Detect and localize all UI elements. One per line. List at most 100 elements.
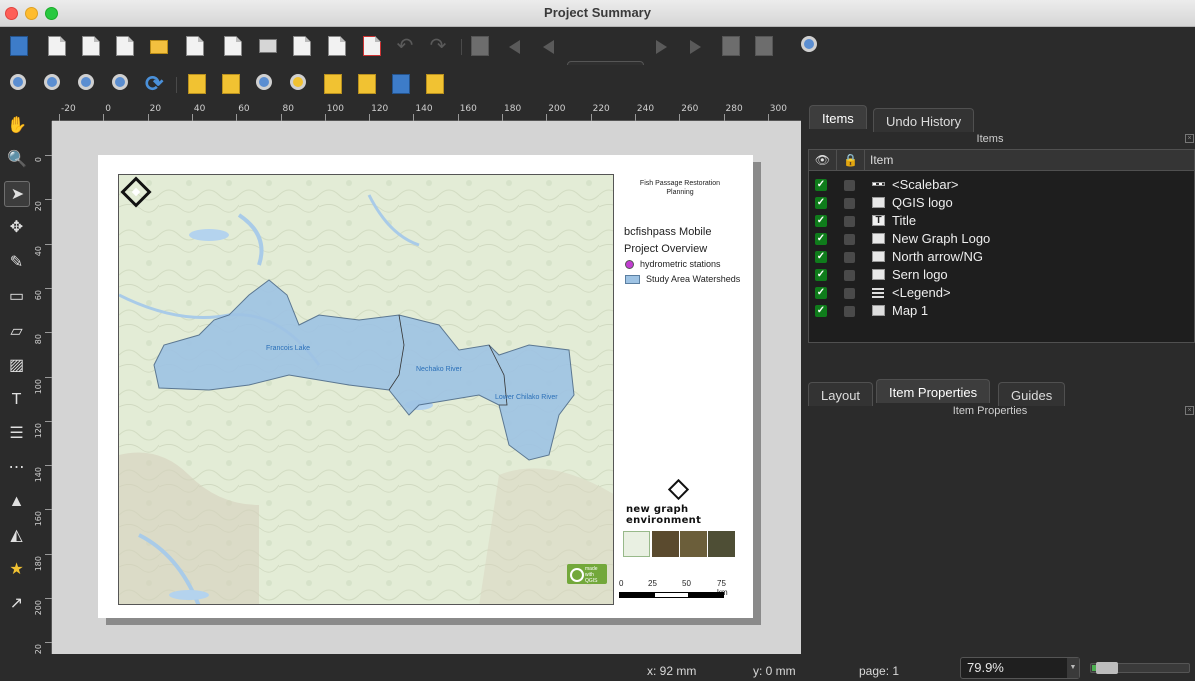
atlas-settings-button[interactable] xyxy=(798,34,822,58)
layout-title[interactable]: Fish Passage Restoration Planning xyxy=(630,179,730,197)
horizontal-ruler[interactable]: -20 0 20 40 60 80 100 120 140 160 180 200 220 240 260 2… xyxy=(52,103,801,121)
print-button[interactable] xyxy=(256,34,280,58)
visibility-checkbox[interactable]: ✓ xyxy=(815,269,827,281)
zoom-out-button[interactable] xyxy=(41,72,65,96)
add-scalebar-tool[interactable]: ⋯ xyxy=(4,455,30,481)
tab-item-properties[interactable]: Item Properties xyxy=(876,379,991,403)
first-feature-button[interactable] xyxy=(503,34,527,58)
lock-checkbox[interactable] xyxy=(844,306,855,317)
lock-checkbox[interactable] xyxy=(844,288,855,299)
legend-title[interactable]: bcfishpass Mobile Project Overview xyxy=(624,224,711,258)
add-marker-tool[interactable]: ★ xyxy=(4,557,30,583)
new-report-button[interactable] xyxy=(221,34,245,58)
visibility-checkbox[interactable]: ✓ xyxy=(815,287,827,299)
lock-items-button[interactable] xyxy=(185,72,209,96)
move-content-tool[interactable]: ✥ xyxy=(4,215,30,241)
resize-items-button[interactable] xyxy=(423,72,447,96)
previous-feature-button[interactable] xyxy=(537,34,561,58)
items-tree[interactable]: 👁 🔒 Item ✓ <Scalebar> ✓ QGIS logo ✓ T Title … xyxy=(808,149,1195,343)
qgis-logo[interactable]: made with QGIS xyxy=(567,564,607,584)
redo-button[interactable]: ↷ xyxy=(426,34,450,58)
new-graph-logo-icon[interactable] xyxy=(667,478,690,501)
scalebar[interactable]: 0 25 50 75 km xyxy=(619,579,729,599)
zoom-actual-button[interactable] xyxy=(75,72,99,96)
add-map-tool[interactable]: ▭ xyxy=(4,284,30,310)
next-feature-button[interactable] xyxy=(650,34,674,58)
zoom-in-button[interactable] xyxy=(7,72,31,96)
export-svg-button[interactable] xyxy=(325,34,349,58)
raise-items-button[interactable] xyxy=(321,72,345,96)
pan-tool[interactable]: ✋ xyxy=(4,113,30,139)
item-row[interactable]: ✓ QGIS logo xyxy=(809,194,1194,212)
new-layout-button[interactable] xyxy=(45,34,69,58)
new-layout-icon xyxy=(48,36,66,56)
lock-column[interactable]: 🔒 xyxy=(837,150,865,171)
layout-properties-button[interactable] xyxy=(113,34,137,58)
zoom-full-button[interactable] xyxy=(109,72,133,96)
visibility-checkbox[interactable]: ✓ xyxy=(815,233,827,245)
last-feature-button[interactable] xyxy=(684,34,708,58)
export-pdf-button[interactable] xyxy=(360,34,384,58)
close-icon[interactable]: × xyxy=(1185,406,1194,415)
add-arrow-tool[interactable]: ↗ xyxy=(4,591,30,617)
open-template-button[interactable] xyxy=(147,34,171,58)
visibility-checkbox[interactable]: ✓ xyxy=(815,215,827,227)
item-column-header[interactable]: Item xyxy=(865,150,1194,171)
add-legend-tool[interactable]: ☰ xyxy=(4,421,30,447)
unlock-items-button[interactable] xyxy=(219,72,243,96)
visibility-checkbox[interactable]: ✓ xyxy=(815,251,827,263)
group-items-button[interactable] xyxy=(253,72,277,96)
duplicate-layout-button[interactable] xyxy=(79,34,103,58)
visibility-checkbox[interactable]: ✓ xyxy=(815,305,827,317)
lock-checkbox[interactable] xyxy=(844,234,855,245)
tab-guides[interactable]: Guides xyxy=(998,382,1066,406)
select-move-tool[interactable]: ➤ xyxy=(4,181,30,207)
lock-checkbox[interactable] xyxy=(844,216,855,227)
visibility-checkbox[interactable]: ✓ xyxy=(815,197,827,209)
visibility-checkbox[interactable]: ✓ xyxy=(815,179,827,191)
distribute-items-button[interactable] xyxy=(389,72,413,96)
export-atlas-button[interactable] xyxy=(752,34,776,58)
tab-items[interactable]: Items xyxy=(809,105,867,129)
undo-button[interactable]: ↶ xyxy=(393,34,417,58)
sern-logo[interactable] xyxy=(623,531,737,557)
item-row[interactable]: ✓ Sern logo xyxy=(809,266,1194,284)
layout-page[interactable]: Francois Lake Nechako River Lower Chilak… xyxy=(98,155,753,618)
align-items-button[interactable] xyxy=(355,72,379,96)
lock-checkbox[interactable] xyxy=(844,180,855,191)
export-image-button[interactable] xyxy=(290,34,314,58)
print-atlas-button[interactable] xyxy=(719,34,743,58)
edit-nodes-tool[interactable]: ✎ xyxy=(4,250,30,276)
map-item[interactable]: Francois Lake Nechako River Lower Chilak… xyxy=(118,174,614,605)
item-row[interactable]: ✓ North arrow/NG xyxy=(809,248,1194,266)
item-row[interactable]: ✓ Map 1 xyxy=(809,302,1194,320)
add-3d-map-tool[interactable]: ▱ xyxy=(4,319,30,345)
lock-checkbox[interactable] xyxy=(844,270,855,281)
ungroup-items-button[interactable] xyxy=(287,72,311,96)
refresh-button[interactable]: ⟳ xyxy=(142,72,166,96)
item-row[interactable]: ✓ <Scalebar> xyxy=(809,176,1194,194)
item-row[interactable]: ✓ New Graph Logo xyxy=(809,230,1194,248)
item-row[interactable]: ✓ T Title xyxy=(809,212,1194,230)
zoom-level-select[interactable]: 79.9% ▼ xyxy=(960,657,1080,679)
lock-checkbox[interactable] xyxy=(844,252,855,263)
lock-checkbox[interactable] xyxy=(844,198,855,209)
zoom-slider-handle[interactable] xyxy=(1096,662,1118,674)
zoom-slider[interactable] xyxy=(1090,662,1190,674)
vertical-ruler[interactable]: 0 20 40 60 80 100 120 140 160 180 200 220 xyxy=(33,121,52,660)
zoom-tool[interactable]: 🔍 xyxy=(4,147,30,173)
add-picture-tool[interactable]: ▨ xyxy=(4,353,30,379)
atlas-preview-button[interactable] xyxy=(468,34,492,58)
add-shape-tool[interactable]: ◭ xyxy=(4,523,30,549)
close-icon[interactable]: × xyxy=(1185,134,1194,143)
save-button[interactable] xyxy=(7,34,31,58)
save-template-button[interactable] xyxy=(183,34,207,58)
redo-icon: ↷ xyxy=(429,35,447,57)
tab-undo-history[interactable]: Undo History xyxy=(873,108,975,132)
layout-canvas[interactable]: Francois Lake Nechako River Lower Chilak… xyxy=(52,121,801,654)
item-row[interactable]: ✓ <Legend> xyxy=(809,284,1194,302)
visibility-column[interactable]: 👁 xyxy=(809,150,837,171)
add-north-arrow-tool[interactable]: ▲ xyxy=(4,489,30,515)
tab-layout[interactable]: Layout xyxy=(808,382,874,406)
add-label-tool[interactable]: T xyxy=(4,387,30,413)
